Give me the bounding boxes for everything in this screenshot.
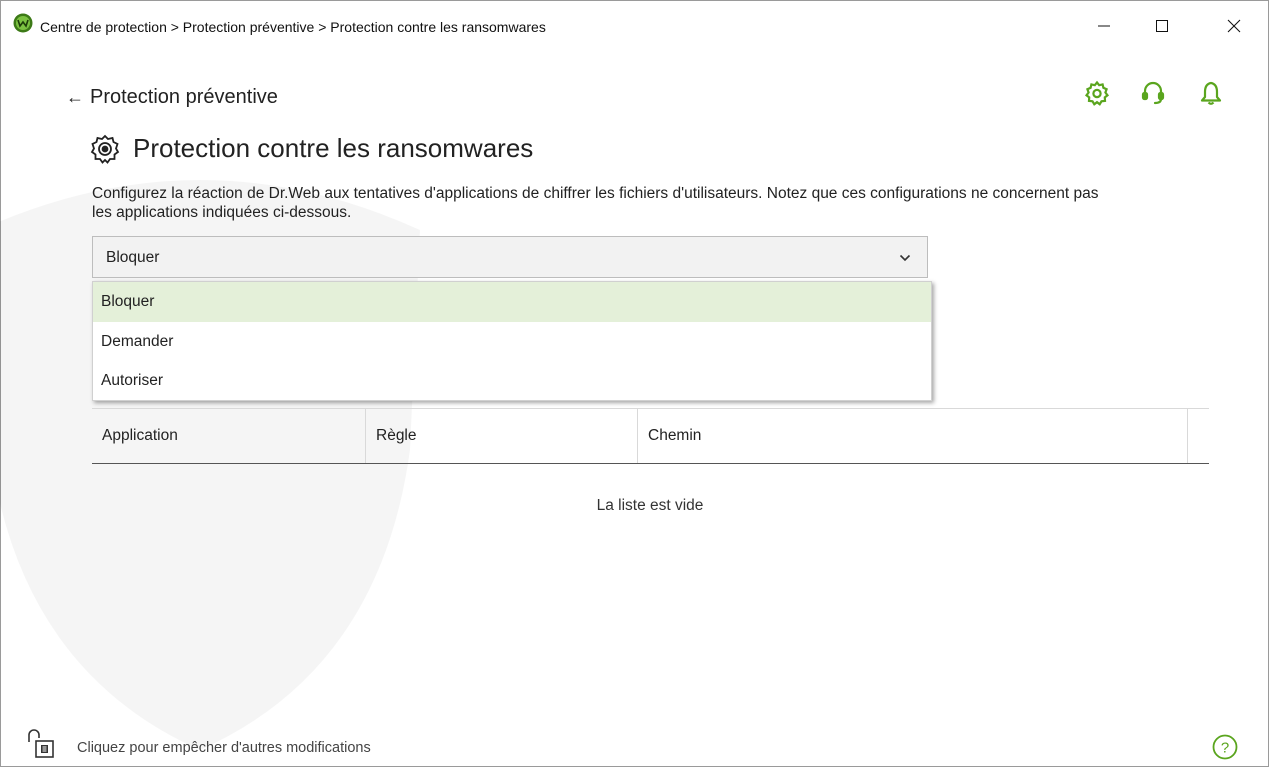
page-description: Configurez la réaction de Dr.Web aux ten… [92, 185, 1099, 221]
notifications-icon[interactable] [1198, 80, 1224, 106]
window-title: Centre de protection > Protection préven… [40, 19, 546, 35]
dropdown-option-demander[interactable]: Demander [93, 322, 931, 362]
minimize-button[interactable] [1081, 8, 1127, 44]
back-link[interactable]: ← Protection préventive [66, 86, 278, 109]
reaction-select[interactable]: Bloquer [92, 236, 928, 278]
lock-settings-link[interactable]: Cliquez pour empêcher d'autres modificat… [77, 740, 371, 756]
dropdown-option-autoriser[interactable]: Autoriser [93, 361, 931, 401]
close-button[interactable] [1211, 8, 1257, 44]
empty-list-message: La liste est vide [596, 497, 704, 514]
maximize-button[interactable] [1139, 8, 1185, 44]
settings-icon[interactable] [1084, 80, 1110, 106]
page-heading: Protection contre les ransomwares [90, 133, 533, 164]
help-icon[interactable]: ? [1212, 734, 1238, 760]
page-title: Protection contre les ransomwares [133, 133, 534, 163]
chevron-down-icon [899, 254, 911, 262]
back-arrow-icon: ← [66, 87, 84, 107]
maximize-icon [1156, 20, 1168, 32]
ransomware-protection-icon [90, 134, 120, 164]
drweb-logo-icon [13, 13, 33, 33]
svg-text:?: ? [1221, 740, 1229, 757]
column-header-application[interactable]: Application [92, 409, 366, 463]
dropdown-option-bloquer[interactable]: Bloquer [93, 282, 931, 322]
unlock-icon[interactable] [26, 728, 62, 760]
title-bar: Centre de protection > Protection préven… [0, 0, 1269, 58]
column-header-rule[interactable]: Règle [366, 409, 638, 463]
reaction-dropdown-list: Bloquer Demander Autoriser [92, 281, 932, 401]
back-link-label: Protection préventive [90, 86, 278, 108]
minimize-icon [1098, 25, 1110, 27]
table-header: Application Règle Chemin [92, 409, 1209, 463]
column-header-path[interactable]: Chemin [638, 409, 1188, 463]
reaction-select-value: Bloquer [106, 249, 160, 266]
table-header-divider [92, 463, 1209, 464]
close-icon [1227, 19, 1241, 33]
support-icon[interactable] [1140, 80, 1166, 106]
